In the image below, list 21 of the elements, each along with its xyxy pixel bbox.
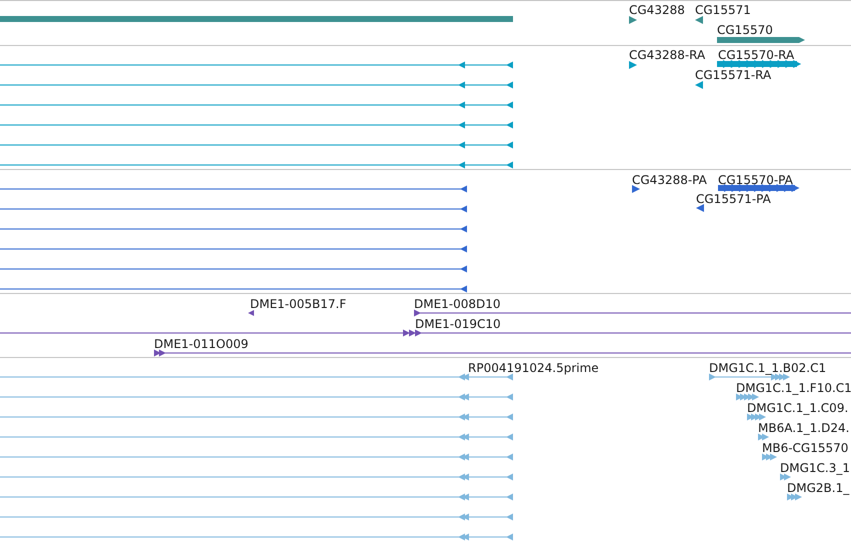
feature-label: CG15571 (695, 3, 751, 17)
feature-label: DMG1C.1_1.C09. (747, 401, 848, 415)
feature-label: DME1-008D10 (414, 297, 501, 311)
feature-label: RP004191024.5prime (468, 361, 599, 375)
feature-label: CG43288 (629, 3, 685, 17)
feature-label: CG15570-RA (718, 48, 794, 62)
feature-label: DMG1C.1_1.F10.C1 (736, 381, 851, 395)
feature-label: CG15570 (717, 23, 773, 37)
feature-label: CG15571-RA (695, 68, 772, 82)
feature-label: DME1-005B17.F (250, 297, 346, 311)
feature-label: MB6-CG15570 (762, 441, 848, 455)
feature-label: DMG1C.1_1.B02.C1 (709, 361, 826, 375)
feature-label: CG15570-PA (718, 173, 793, 187)
feature-label: CG43288-PA (632, 173, 707, 187)
feature-label: DMG2B.1_ (787, 481, 850, 495)
feature-label: DMG1C.3_1 (780, 461, 850, 475)
feature-label: DME1-019C10 (415, 317, 501, 331)
feature-label: CG15571-PA (696, 192, 771, 206)
feature-label: CG43288-RA (629, 48, 706, 62)
feature-label: MB6A.1_1.D24. (758, 421, 850, 435)
feature-label: DME1-011O009 (154, 337, 248, 351)
